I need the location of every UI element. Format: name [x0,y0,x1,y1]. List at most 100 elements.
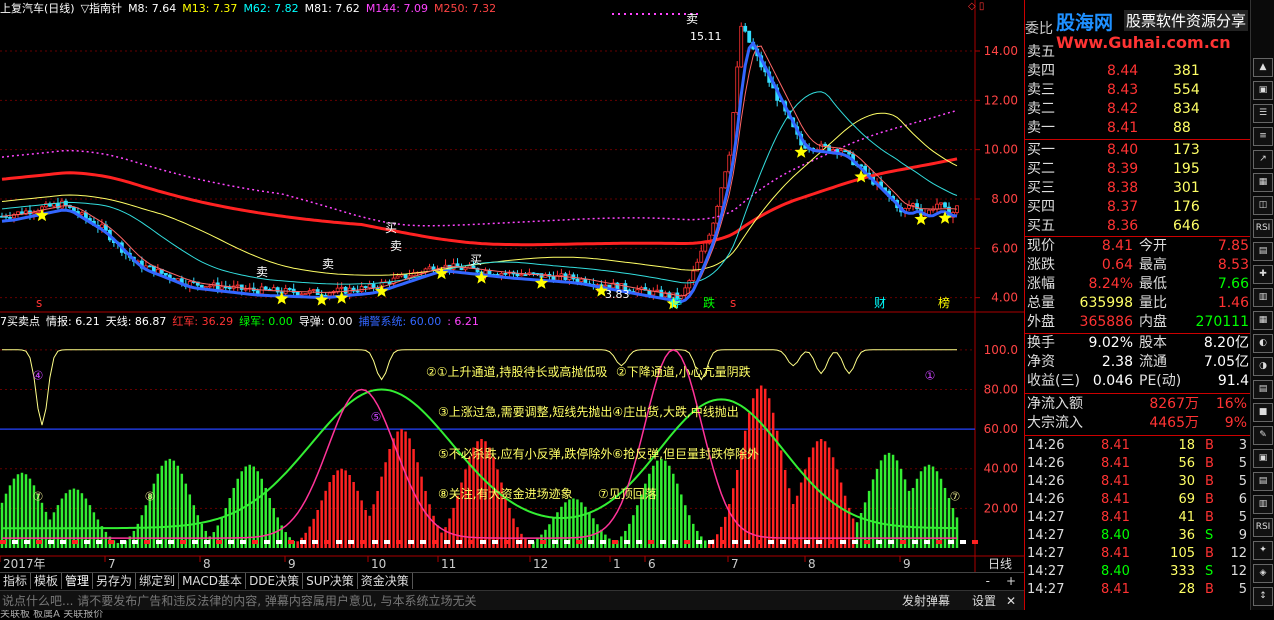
side-tool-icon[interactable]: ■ [1253,403,1273,422]
tick-row: 14:26 8.41 69 B 6 [1025,490,1251,509]
zoom-button-0[interactable]: + [998,573,1024,589]
ask-price: 8.44 [1107,63,1139,79]
candle-body [263,286,268,290]
event-tag[interactable]: 跌 [703,295,715,310]
fund-label: 净资 [1027,354,1055,370]
fund-value: 8.20亿 [1203,335,1249,351]
toolbar-button-2[interactable]: 管理 [62,573,94,589]
event-tag[interactable]: 停 [670,295,682,310]
quote-label: 现价 [1027,238,1055,254]
toolbar-button-5[interactable]: MACD基本 [179,573,247,589]
price-tick-label: 8.00 [991,192,1018,206]
event-tag[interactable]: s [730,296,736,310]
side-tool-icon[interactable]: ✎ [1253,426,1273,445]
ask-label: 卖一 [1027,120,1055,136]
quote-label: 最低 [1139,276,1167,292]
candle-body [163,272,168,276]
tick-price: 8.41 [1101,438,1130,453]
close-icon[interactable]: ✕ [1006,591,1016,611]
side-tool-icon[interactable]: ◫ [1253,196,1273,215]
toolbar-button-8[interactable]: 资金决策 [358,573,413,589]
signal-strip [180,540,186,544]
candle-body [64,200,68,206]
event-tag[interactable]: s [36,296,42,310]
candle-body [939,202,943,205]
indicator-name[interactable]: 7买卖点 [0,315,40,328]
side-tool-icon[interactable]: RSI [1253,219,1273,238]
indicator-value-4: 导弹: 0.00 [298,315,353,328]
quote-value: 8.41 [1101,238,1133,254]
flow-divider [1025,393,1251,394]
toolbar-button-3[interactable]: 另存为 [93,573,137,589]
bid-volume: 301 [1173,180,1200,196]
signal-strip [516,540,522,544]
candle-body [943,202,947,208]
candle-body [503,272,508,275]
toolbar-button-4[interactable]: 绑定到 [136,573,180,589]
side-tool-icon[interactable]: ◐ [1253,334,1273,353]
side-tool-icon[interactable]: ▤ [1253,242,1273,261]
candle-body [747,30,752,43]
zoom-button-1[interactable]: - [978,573,998,589]
signal-strip [600,540,606,544]
chart-option-icon[interactable]: ◇ ▯ [968,1,984,12]
flow-row[interactable]: 净流入额 8267万 16% [1025,395,1251,414]
signal-strip [780,540,786,544]
signal-strip [732,540,738,544]
price-tick-label: 4.00 [991,291,1018,305]
side-tool-icon[interactable]: ▥ [1253,495,1273,514]
period-label[interactable]: 日线 [988,557,1012,571]
signal-strip [936,540,942,544]
candle-body [579,278,584,282]
side-tool-icon[interactable]: ▦ [1253,173,1273,192]
tick-price: 8.41 [1101,474,1130,489]
side-tool-icon[interactable]: ↕ [1253,587,1273,606]
danmu-input[interactable]: 说点什么吧... 请不要发布广告和违反法律的内容, 弹幕内容属用户意见, 与本系… [2,591,477,611]
main-header: 上复汽车(日线) ▽指南针 M8: 7.64 M13: 7.37 M62: 7.82 M8… [0,0,508,15]
side-tool-icon[interactable]: ▦ [1253,311,1273,330]
kline-chart[interactable]: 14.00 12.00 10.00 8.00 6.00 4.00 100.0 80.00 60.… [0,0,1024,572]
side-tool-icon[interactable]: ▤ [1253,472,1273,491]
toolbar-button-1[interactable]: 模板 [31,573,63,589]
peak-price-label: 15.11 [690,30,722,43]
ask-label: 卖三 [1027,82,1055,98]
candle-body [523,274,528,276]
side-tool-icon[interactable]: ▥ [1253,288,1273,307]
event-tag[interactable]: 财 [874,296,886,310]
side-tool-icon[interactable]: ▣ [1253,81,1273,100]
candle-body [327,292,332,297]
toolbar-button-0[interactable]: 指标 [0,573,32,589]
chart-area[interactable]: 14.00 12.00 10.00 8.00 6.00 4.00 100.0 80.00 60.… [0,0,1024,572]
side-tool-icon[interactable]: ◑ [1253,357,1273,376]
side-tool-icon[interactable]: ☰ [1253,104,1273,123]
signal-strip [468,540,474,544]
ma-legend-0: M8: 7.64 [128,2,177,15]
signal-strip [348,540,354,544]
signal-strip [612,540,618,544]
side-tool-icon[interactable]: ▣ [1253,449,1273,468]
indicator-selector[interactable]: ▽指南针 [81,2,122,15]
signal-strip [912,540,918,544]
side-tool-icon[interactable]: RSI [1253,518,1273,537]
danmu-settings-button[interactable]: 设置 [972,591,996,611]
fund-label: PE(动) [1139,373,1182,389]
toolbar-button-6[interactable]: DDE决策 [246,573,304,589]
event-tag[interactable]: 榜 [938,295,950,310]
flow-row[interactable]: 大宗流入 4465万 9% [1025,414,1251,433]
bid-label: 买三 [1027,180,1055,196]
side-tool-icon[interactable]: ✚ [1253,265,1273,284]
side-tool-icon[interactable]: ▲ [1253,58,1273,77]
bottom-tabs[interactable]: 关联板 板属A 关联报价 [0,610,1274,620]
bid-price: 8.38 [1107,180,1139,196]
side-tool-icon[interactable]: ✦ [1253,541,1273,560]
quote-row: 总量 635998 量比 1.46 [1025,294,1251,313]
toolbar-button-7[interactable]: SUP决策 [303,573,358,589]
side-tool-icon[interactable]: ≡ [1253,127,1273,146]
side-tool-icon[interactable]: ↗ [1253,150,1273,169]
side-tool-icon[interactable]: ◈ [1253,564,1273,583]
side-tool-icon[interactable]: ▤ [1253,380,1273,399]
signal-strip [660,540,666,544]
fire-danmu-button[interactable]: 发射弹幕 [902,591,950,611]
signal-strip [672,540,678,544]
price-signal-label: 卖 [390,239,402,253]
